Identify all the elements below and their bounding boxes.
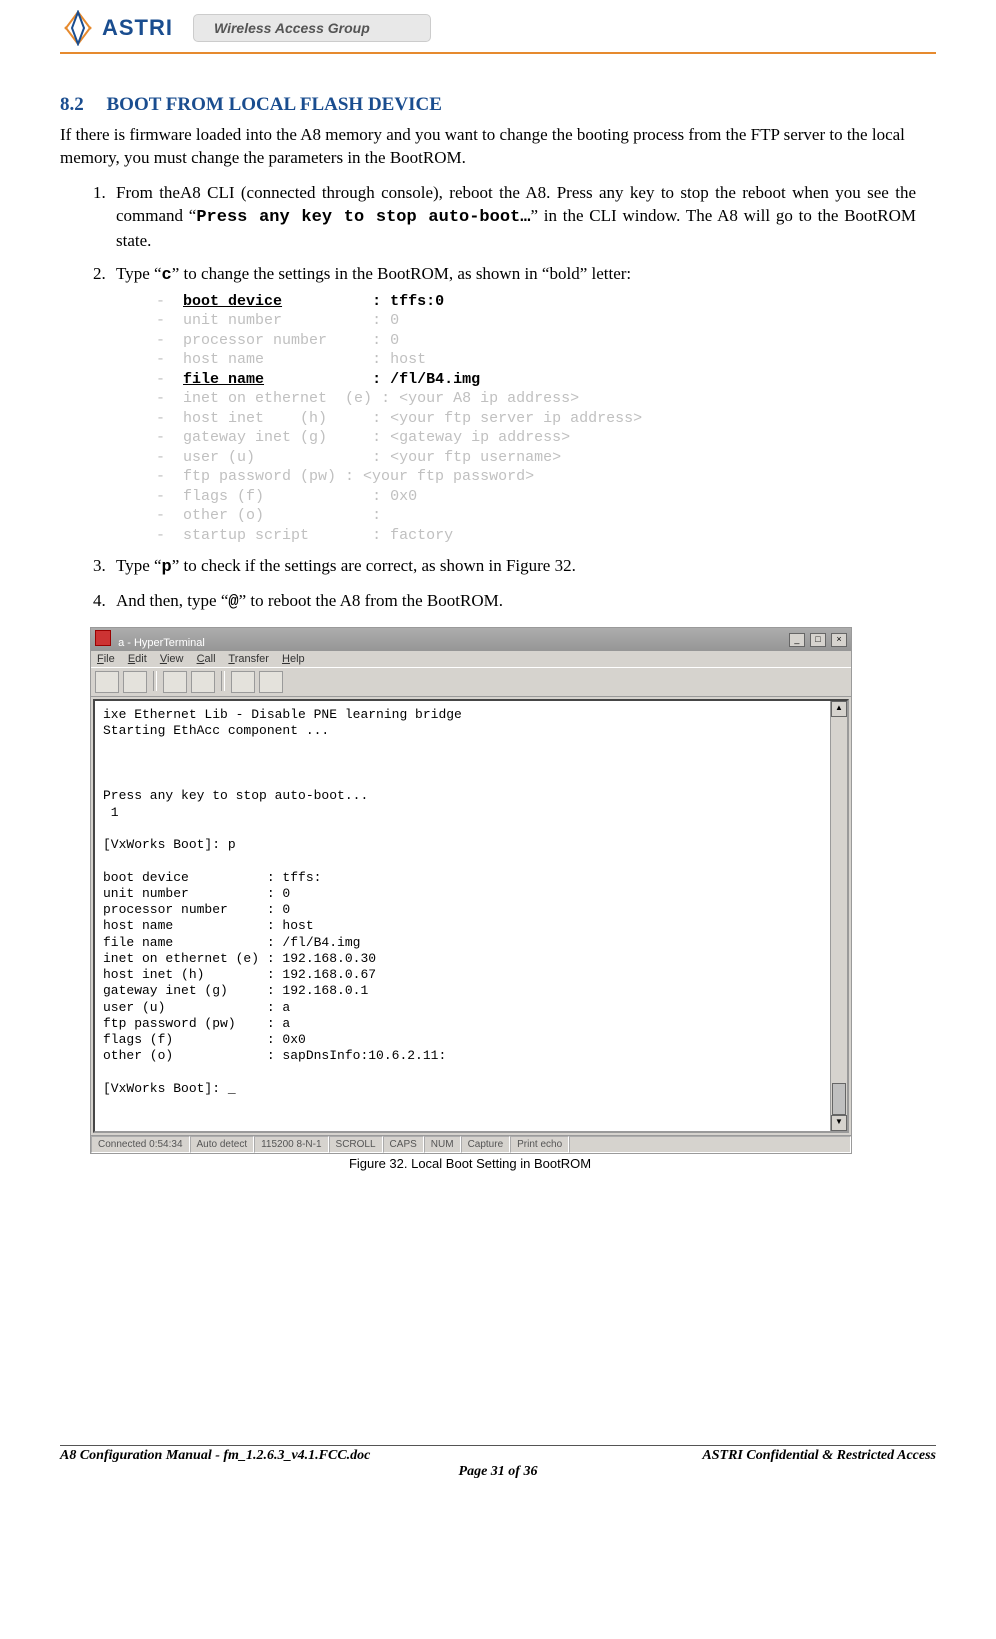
figure-caption: Figure 32. Local Boot Setting in BootROM [90, 1156, 850, 1171]
footer-right: ASTRI Confidential & Restricted Access [702, 1448, 936, 1464]
section-number: 8.2 [60, 94, 84, 115]
menu-view[interactable]: View [160, 653, 184, 665]
footer-divider [60, 1445, 936, 1446]
status-num: NUM [424, 1136, 461, 1153]
figure-32: a - HyperTerminal _ □ × File Edit View C… [90, 627, 936, 1171]
astri-logo-icon [60, 10, 96, 46]
step-4: And then, type “@” to reboot the A8 from… [110, 590, 936, 615]
app-icon [95, 630, 111, 646]
scroll-down-icon[interactable]: ▼ [831, 1115, 847, 1131]
astri-logo-text: ASTRI [102, 15, 173, 41]
inline-command: Press any key to stop auto-boot… [196, 208, 530, 227]
page-header: ASTRI Wireless Access Group [60, 0, 936, 46]
step-3: Type “p” to check if the settings are co… [110, 555, 936, 580]
bootrom-listing: - boot device : tffs:0 - unit number : 0… [156, 292, 916, 546]
menu-help[interactable]: Help [282, 653, 305, 665]
toolbar-hangup-icon[interactable] [191, 671, 215, 693]
toolbar-open-icon[interactable] [123, 671, 147, 693]
menu-call[interactable]: Call [197, 653, 216, 665]
toolbar-props-icon[interactable] [259, 671, 283, 693]
status-scroll: SCROLL [329, 1136, 383, 1153]
toolbar-call-icon[interactable] [163, 671, 187, 693]
footer-left: A8 Configuration Manual - fm_1.2.6.3_v4.… [60, 1448, 370, 1464]
step-1: From theA8 CLI (connected through consol… [110, 182, 936, 253]
terminal-area[interactable]: ixe Ethernet Lib - Disable PNE learning … [93, 699, 849, 1133]
maximize-button[interactable]: □ [810, 633, 826, 647]
astri-logo: ASTRI [60, 10, 173, 46]
status-print: Print echo [510, 1136, 569, 1153]
status-capture: Capture [461, 1136, 511, 1153]
page-footer: A8 Configuration Manual - fm_1.2.6.3_v4.… [60, 1445, 936, 1480]
section-title: BOOT FROM LOCAL FLASH DEVICE [107, 94, 442, 115]
menu-transfer[interactable]: Transfer [228, 653, 269, 665]
menu-edit[interactable]: Edit [128, 653, 147, 665]
inline-key: @ [228, 593, 238, 612]
footer-page-number: Page 31 of 36 [60, 1464, 936, 1480]
inline-key: c [162, 266, 172, 285]
vertical-scrollbar[interactable]: ▲ ▼ [830, 701, 847, 1131]
section-heading: 8.2 BOOT FROM LOCAL FLASH DEVICE [60, 94, 936, 116]
header-divider [60, 52, 936, 54]
terminal-output: ixe Ethernet Lib - Disable PNE learning … [95, 701, 847, 1103]
wireless-access-group-label: Wireless Access Group [193, 14, 431, 42]
toolbar-separator [221, 671, 225, 691]
status-mode: 115200 8-N-1 [254, 1136, 328, 1153]
intro-paragraph: If there is firmware loaded into the A8 … [60, 124, 936, 170]
window-title: a - HyperTerminal [118, 637, 205, 649]
status-caps: CAPS [383, 1136, 424, 1153]
status-bar: Connected 0:54:34 Auto detect 115200 8-N… [91, 1135, 851, 1153]
inline-key: p [162, 558, 172, 577]
hyperterminal-window: a - HyperTerminal _ □ × File Edit View C… [90, 627, 852, 1154]
toolbar-send-icon[interactable] [231, 671, 255, 693]
status-detect: Auto detect [190, 1136, 255, 1153]
close-button[interactable]: × [831, 633, 847, 647]
minimize-button[interactable]: _ [789, 633, 805, 647]
toolbar-separator [153, 671, 157, 691]
menu-bar: File Edit View Call Transfer Help [91, 651, 851, 667]
toolbar-new-icon[interactable] [95, 671, 119, 693]
scroll-thumb[interactable] [832, 1083, 846, 1115]
window-titlebar: a - HyperTerminal _ □ × [91, 628, 851, 651]
steps-list: From theA8 CLI (connected through consol… [60, 182, 936, 615]
status-connected: Connected 0:54:34 [91, 1136, 190, 1153]
status-spacer [569, 1136, 851, 1153]
step-2: Type “c” to change the settings in the B… [110, 263, 936, 545]
menu-file[interactable]: File [97, 653, 115, 665]
scroll-up-icon[interactable]: ▲ [831, 701, 847, 717]
toolbar [91, 667, 851, 697]
